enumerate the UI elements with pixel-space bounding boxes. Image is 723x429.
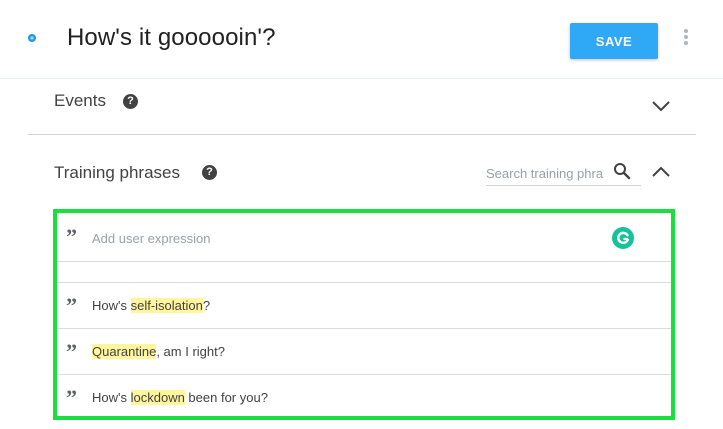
add-expression-row[interactable]: ” (57, 213, 671, 262)
chevron-up-icon[interactable] (651, 166, 671, 178)
list-divider (57, 262, 671, 283)
more-options-icon[interactable] (681, 29, 691, 49)
intent-header: How's it goooooin'? SAVE (0, 0, 723, 79)
quote-icon: ” (66, 293, 77, 318)
search-icon[interactable] (613, 162, 631, 180)
entity-highlight[interactable]: Quarantine (92, 344, 157, 359)
search-input[interactable] (486, 162, 608, 184)
training-phrases-label: Training phrases (54, 163, 180, 182)
phrase-text[interactable]: Quarantine, am I right? (92, 344, 225, 359)
phrase-text[interactable]: How's self-isolation? (92, 298, 210, 313)
quote-icon: ” (66, 224, 77, 249)
phrase-text[interactable]: How's lockdown been for you? (92, 390, 268, 405)
save-button[interactable]: SAVE (570, 23, 658, 59)
training-phrase-row[interactable]: ” Quarantine, am I right? (57, 329, 671, 375)
quote-icon: ” (66, 385, 77, 410)
training-phrase-row[interactable]: ” How's lockdown been for you? (57, 375, 671, 416)
grammarly-icon[interactable] (612, 227, 634, 249)
entity-highlight[interactable]: self-isolation (130, 298, 203, 313)
search-training-phrases[interactable] (486, 160, 641, 186)
help-icon[interactable]: ? (123, 94, 138, 109)
entity-highlight[interactable]: lockdown (130, 390, 185, 405)
events-section[interactable]: Events ? (28, 80, 696, 135)
help-icon[interactable]: ? (202, 165, 217, 180)
add-user-expression-input[interactable] (92, 228, 592, 248)
training-phrases-list: ” ” How's self-isolation? ” Quarantine, … (53, 209, 675, 420)
training-phrase-row[interactable]: ” How's self-isolation? (57, 283, 671, 329)
page-title[interactable]: How's it goooooin'? (67, 24, 276, 52)
chevron-down-icon[interactable] (651, 100, 671, 112)
events-label: Events (54, 91, 106, 110)
logo-icon (27, 33, 37, 43)
quote-icon: ” (66, 339, 77, 364)
